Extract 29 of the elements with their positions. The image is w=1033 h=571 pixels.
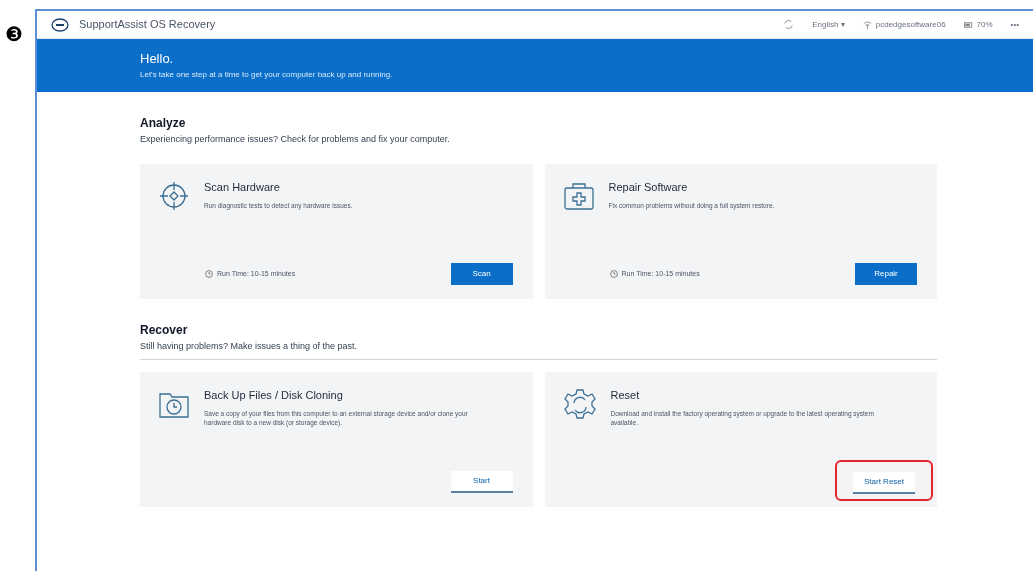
section-title: Analyze — [140, 117, 187, 129]
app-title: SupportAssist OS Recovery — [79, 17, 216, 33]
action-button[interactable]: Scan — [450, 263, 513, 285]
card-title: Back Up Files / Disk Cloning — [204, 390, 344, 401]
battery-level: 70% — [976, 18, 993, 31]
battery-icon — [963, 21, 973, 28]
section-subtitle: Experiencing performance issues? Check for problems and fix your computer. — [140, 135, 451, 144]
network-name: pcdedgesoftware06 — [875, 18, 946, 31]
sync-icon[interactable] — [783, 19, 795, 30]
banner-title: Hello. — [140, 52, 175, 65]
banner-subtitle: Let's take one step at a time to get your computer back up and running. — [140, 71, 394, 79]
card-title: Reset — [610, 390, 641, 401]
more-button[interactable]: ••• — [1010, 18, 1019, 31]
clock-icon — [205, 269, 213, 278]
wifi-icon — [862, 20, 872, 29]
clock-icon — [609, 269, 618, 278]
gear-icon — [562, 388, 597, 422]
crosshair-icon — [158, 180, 190, 212]
step-number: ❸ — [5, 23, 23, 45]
action-button[interactable]: Start — [450, 471, 513, 493]
action-button[interactable]: Start Reset — [853, 472, 915, 494]
section-subtitle: Still having problems? Make issues a thing of the past. — [140, 342, 359, 351]
first-aid-kit-icon — [562, 180, 595, 212]
card-title: Repair Software — [608, 182, 689, 193]
logo-icon — [51, 17, 69, 32]
language-menu[interactable]: English ▾ — [812, 18, 845, 31]
card-title: Scan Hardware — [204, 182, 281, 193]
section-title: Recover — [140, 324, 189, 336]
action-button[interactable]: Repair — [855, 263, 917, 285]
